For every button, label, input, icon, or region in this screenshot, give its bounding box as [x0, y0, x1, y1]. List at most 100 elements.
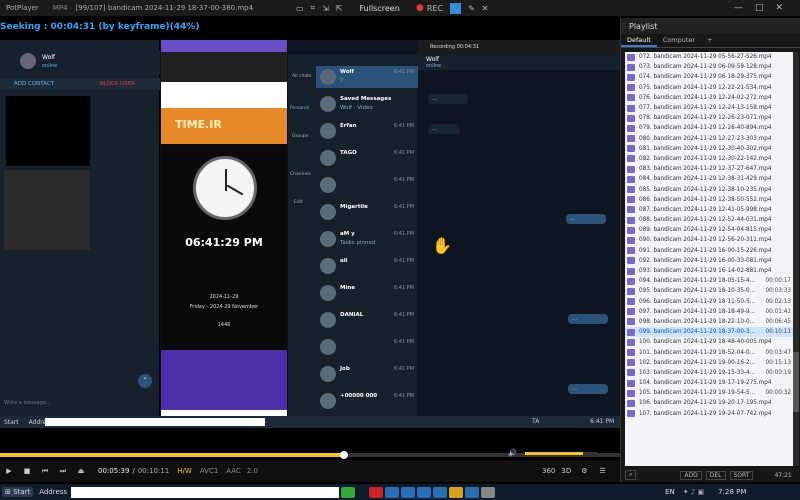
video-frame[interactable]: Wolf online ADD CONTACT BLOCK USER Write…	[0, 40, 620, 428]
chat-list-item[interactable]: ali 6:41 PM	[316, 255, 418, 277]
chat-list-item[interactable]: Wolf 6:41 PM?	[316, 66, 418, 88]
fullscreen-button[interactable]: Fullscreen	[359, 4, 399, 13]
folder-personal[interactable]: Personal	[290, 106, 309, 111]
chat-list-item[interactable]: TAGO 6:41 PM	[316, 147, 418, 169]
playlist-item[interactable]: 073. bandicam 2024-11-29 06-09-59-128.mp…	[625, 62, 793, 72]
chat-list-item[interactable]: 6:41 PM	[316, 336, 418, 358]
playlist-item[interactable]: 086. bandicam 2024-11-29 12-38-50-552.mp…	[625, 195, 793, 205]
go-icon[interactable]	[341, 486, 356, 498]
playlist-item[interactable]: 102. bandicam 2024-11-29 19-00-16-2... 00…	[625, 358, 793, 368]
scrollbar-thumb[interactable]	[793, 352, 799, 412]
scroll-down-icon[interactable]: ⌄	[138, 374, 152, 388]
playlist-item[interactable]: 080. bandicam 2024-11-29 12-27-23-303.mp…	[625, 134, 793, 144]
playlist-item[interactable]: 099. bandicam 2024-11-29 18-37-00-3... 00…	[625, 327, 793, 338]
start-button[interactable]: ⊞ Start	[2, 487, 34, 497]
playlist-item[interactable]: 100. bandicam 2024-11-29 18-48-40-005.mp…	[625, 337, 793, 347]
bandicam-icon[interactable]	[450, 2, 462, 14]
app-name[interactable]: PotPlayer	[6, 4, 39, 12]
rec-button[interactable]: REC	[427, 4, 443, 13]
rec-icon[interactable]: ●	[416, 3, 424, 13]
playlist-item[interactable]: 072. bandicam 2024-11-29 05-56-27-526.mp…	[625, 52, 793, 62]
app-icon-6[interactable]	[481, 486, 496, 498]
hw-badge[interactable]: H/W	[177, 467, 192, 475]
playlist-item[interactable]: 077. bandicam 2024-11-29 12-24-13-158.mp…	[625, 103, 793, 113]
shrink-icon[interactable]: ⇲	[322, 4, 329, 13]
maximize-icon[interactable]: □	[755, 3, 764, 13]
language-indicator[interactable]: EN	[665, 488, 675, 496]
chat-list-item[interactable]: aM y 6:41 PM Tasks pinned	[316, 228, 418, 250]
playlist-add-button[interactable]: ADD	[680, 470, 702, 480]
playlist-item[interactable]: 101. bandicam 2024-11-29 18-52-04-0... 00…	[625, 347, 793, 357]
playlist-sort-button[interactable]: SORT	[729, 470, 754, 480]
crop-icon[interactable]: ⌗	[311, 3, 316, 13]
folder-groups[interactable]: Groups	[292, 134, 308, 139]
playlist-item[interactable]: 076. bandicam 2024-11-29 12-24-02-272.mp…	[625, 93, 793, 103]
address-field[interactable]	[71, 486, 340, 498]
playlist-item[interactable]: 091. bandicam 2024-11-29 16-00-15-226.mp…	[625, 246, 793, 256]
playlist-item[interactable]: 098. bandicam 2024-11-29 18-22-10-0... 00…	[625, 317, 793, 327]
volume-icon[interactable]: 🔊	[508, 449, 517, 457]
3d-icon[interactable]: 3D	[561, 467, 571, 475]
playlist-item[interactable]: 094. bandicam 2024-11-29 18-05-15-4... 00…	[625, 276, 793, 286]
seek-area[interactable]	[0, 432, 620, 459]
playlist-item[interactable]: 074. bandicam 2024-11-29 06-18-29-375.mp…	[625, 72, 793, 82]
app-icon-3[interactable]	[417, 486, 432, 498]
opera-icon[interactable]	[369, 486, 384, 498]
folder-edit[interactable]: Edit	[294, 200, 303, 205]
close-icon[interactable]: ✕	[482, 4, 489, 13]
playlist-item[interactable]: 096. bandicam 2024-11-29 18-11-50-5... 00…	[625, 297, 793, 307]
app-icon-1[interactable]	[385, 486, 400, 498]
playlist-del-button[interactable]: DEL	[705, 470, 726, 480]
tab-add[interactable]: +	[701, 34, 718, 47]
chat-list-item[interactable]: DANIAL 6:41 PM	[316, 309, 418, 331]
app-icon-2[interactable]	[401, 486, 416, 498]
menu-icon[interactable]: ☰	[599, 467, 605, 475]
playlist-item[interactable]: 092. bandicam 2024-11-29 16-00-33-081.mp…	[625, 256, 793, 266]
minimize-icon[interactable]: —	[734, 3, 743, 13]
settings-icon[interactable]: ⚙	[581, 467, 587, 475]
playlist-item[interactable]: 088. bandicam 2024-11-29 12-52-44-031.mp…	[625, 215, 793, 225]
play-icon[interactable]: ▶	[0, 467, 18, 475]
chat-list-item[interactable]: Job 6:41 PM	[316, 363, 418, 385]
block-user-button[interactable]: BLOCK USER	[100, 81, 135, 87]
playlist-item[interactable]: 095. bandicam 2024-11-29 18-10-35-0... 00…	[625, 286, 793, 296]
playlist-item[interactable]: 079. bandicam 2024-11-29 12-26-40-894.mp…	[625, 123, 793, 133]
playlist-item[interactable]: 081. bandicam 2024-11-29 12-30-40-302.mp…	[625, 144, 793, 154]
playlist-item[interactable]: 085. bandicam 2024-11-29 12-38-10-235.mp…	[625, 184, 793, 194]
video-thumbnail[interactable]	[6, 96, 90, 166]
expand-icon[interactable]: ⇱	[336, 4, 343, 13]
app-icon-5[interactable]	[465, 486, 480, 498]
playlist-item[interactable]: 103. bandicam 2024-11-29 19-15-33-4... 00…	[625, 368, 793, 378]
pin-icon[interactable]: ▭	[296, 4, 304, 13]
prev-icon[interactable]: ⏮	[36, 467, 54, 476]
window-close-icon[interactable]: ✕	[776, 3, 784, 13]
folder-all[interactable]: All chats	[292, 74, 311, 79]
tab-default[interactable]: Default	[621, 34, 657, 47]
playlist-search-icon[interactable]: ⌕	[625, 470, 637, 480]
folder-channels[interactable]: Channels	[290, 172, 311, 177]
next-icon[interactable]: ⏭	[54, 467, 72, 476]
seek-handle[interactable]	[340, 451, 349, 459]
add-contact-button[interactable]: ADD CONTACT	[14, 81, 54, 87]
playlist-item[interactable]: 105. bandicam 2024-11-29 19-19-54-5... 00…	[625, 388, 793, 398]
playlist-item[interactable]: 083. bandicam 2024-11-29 12-37-27-647.mp…	[625, 164, 793, 174]
playlist-item[interactable]: 093. bandicam 2024-11-29 16-14-02-881.mp…	[625, 266, 793, 276]
chat-list-item[interactable]: Erfan 6:41 PM	[316, 120, 418, 142]
playlist-item[interactable]: 107. bandicam 2024-11-29 19-24-07-742.mp…	[625, 409, 793, 419]
pen-icon[interactable]: ✎	[468, 4, 475, 13]
chat-list-item[interactable]: +00000 000 6:41 PM	[316, 390, 418, 412]
playlist-item[interactable]: 089. bandicam 2024-11-29 12-54-04-815.mp…	[625, 225, 793, 235]
playlist-scrollbar[interactable]	[793, 52, 799, 466]
playlist-item[interactable]: 087. bandicam 2024-11-29 12-41-05-998.mp…	[625, 205, 793, 215]
chat-list-item[interactable]: Mine 6:41 PM	[316, 282, 418, 304]
playlist-item[interactable]: 082. bandicam 2024-11-29 12-30-22-142.mp…	[625, 154, 793, 164]
chat-list-item[interactable]: Saved Messages Wolf : Video	[316, 93, 418, 115]
app-icon-4[interactable]	[433, 486, 448, 498]
playlist-item[interactable]: 090. bandicam 2024-11-29 12-56-20-311.mp…	[625, 235, 793, 245]
playlist-item[interactable]: 075. bandicam 2024-11-29 12-22-21-534.mp…	[625, 83, 793, 93]
chat-list-item[interactable]: 6:41 PM	[316, 174, 418, 196]
stop-icon[interactable]: ■	[18, 467, 36, 475]
message-input[interactable]: Write a message...	[4, 400, 51, 406]
chrome-icon[interactable]	[449, 486, 464, 498]
chat-list-item[interactable]: Migartile 6:41 PM	[316, 201, 418, 223]
